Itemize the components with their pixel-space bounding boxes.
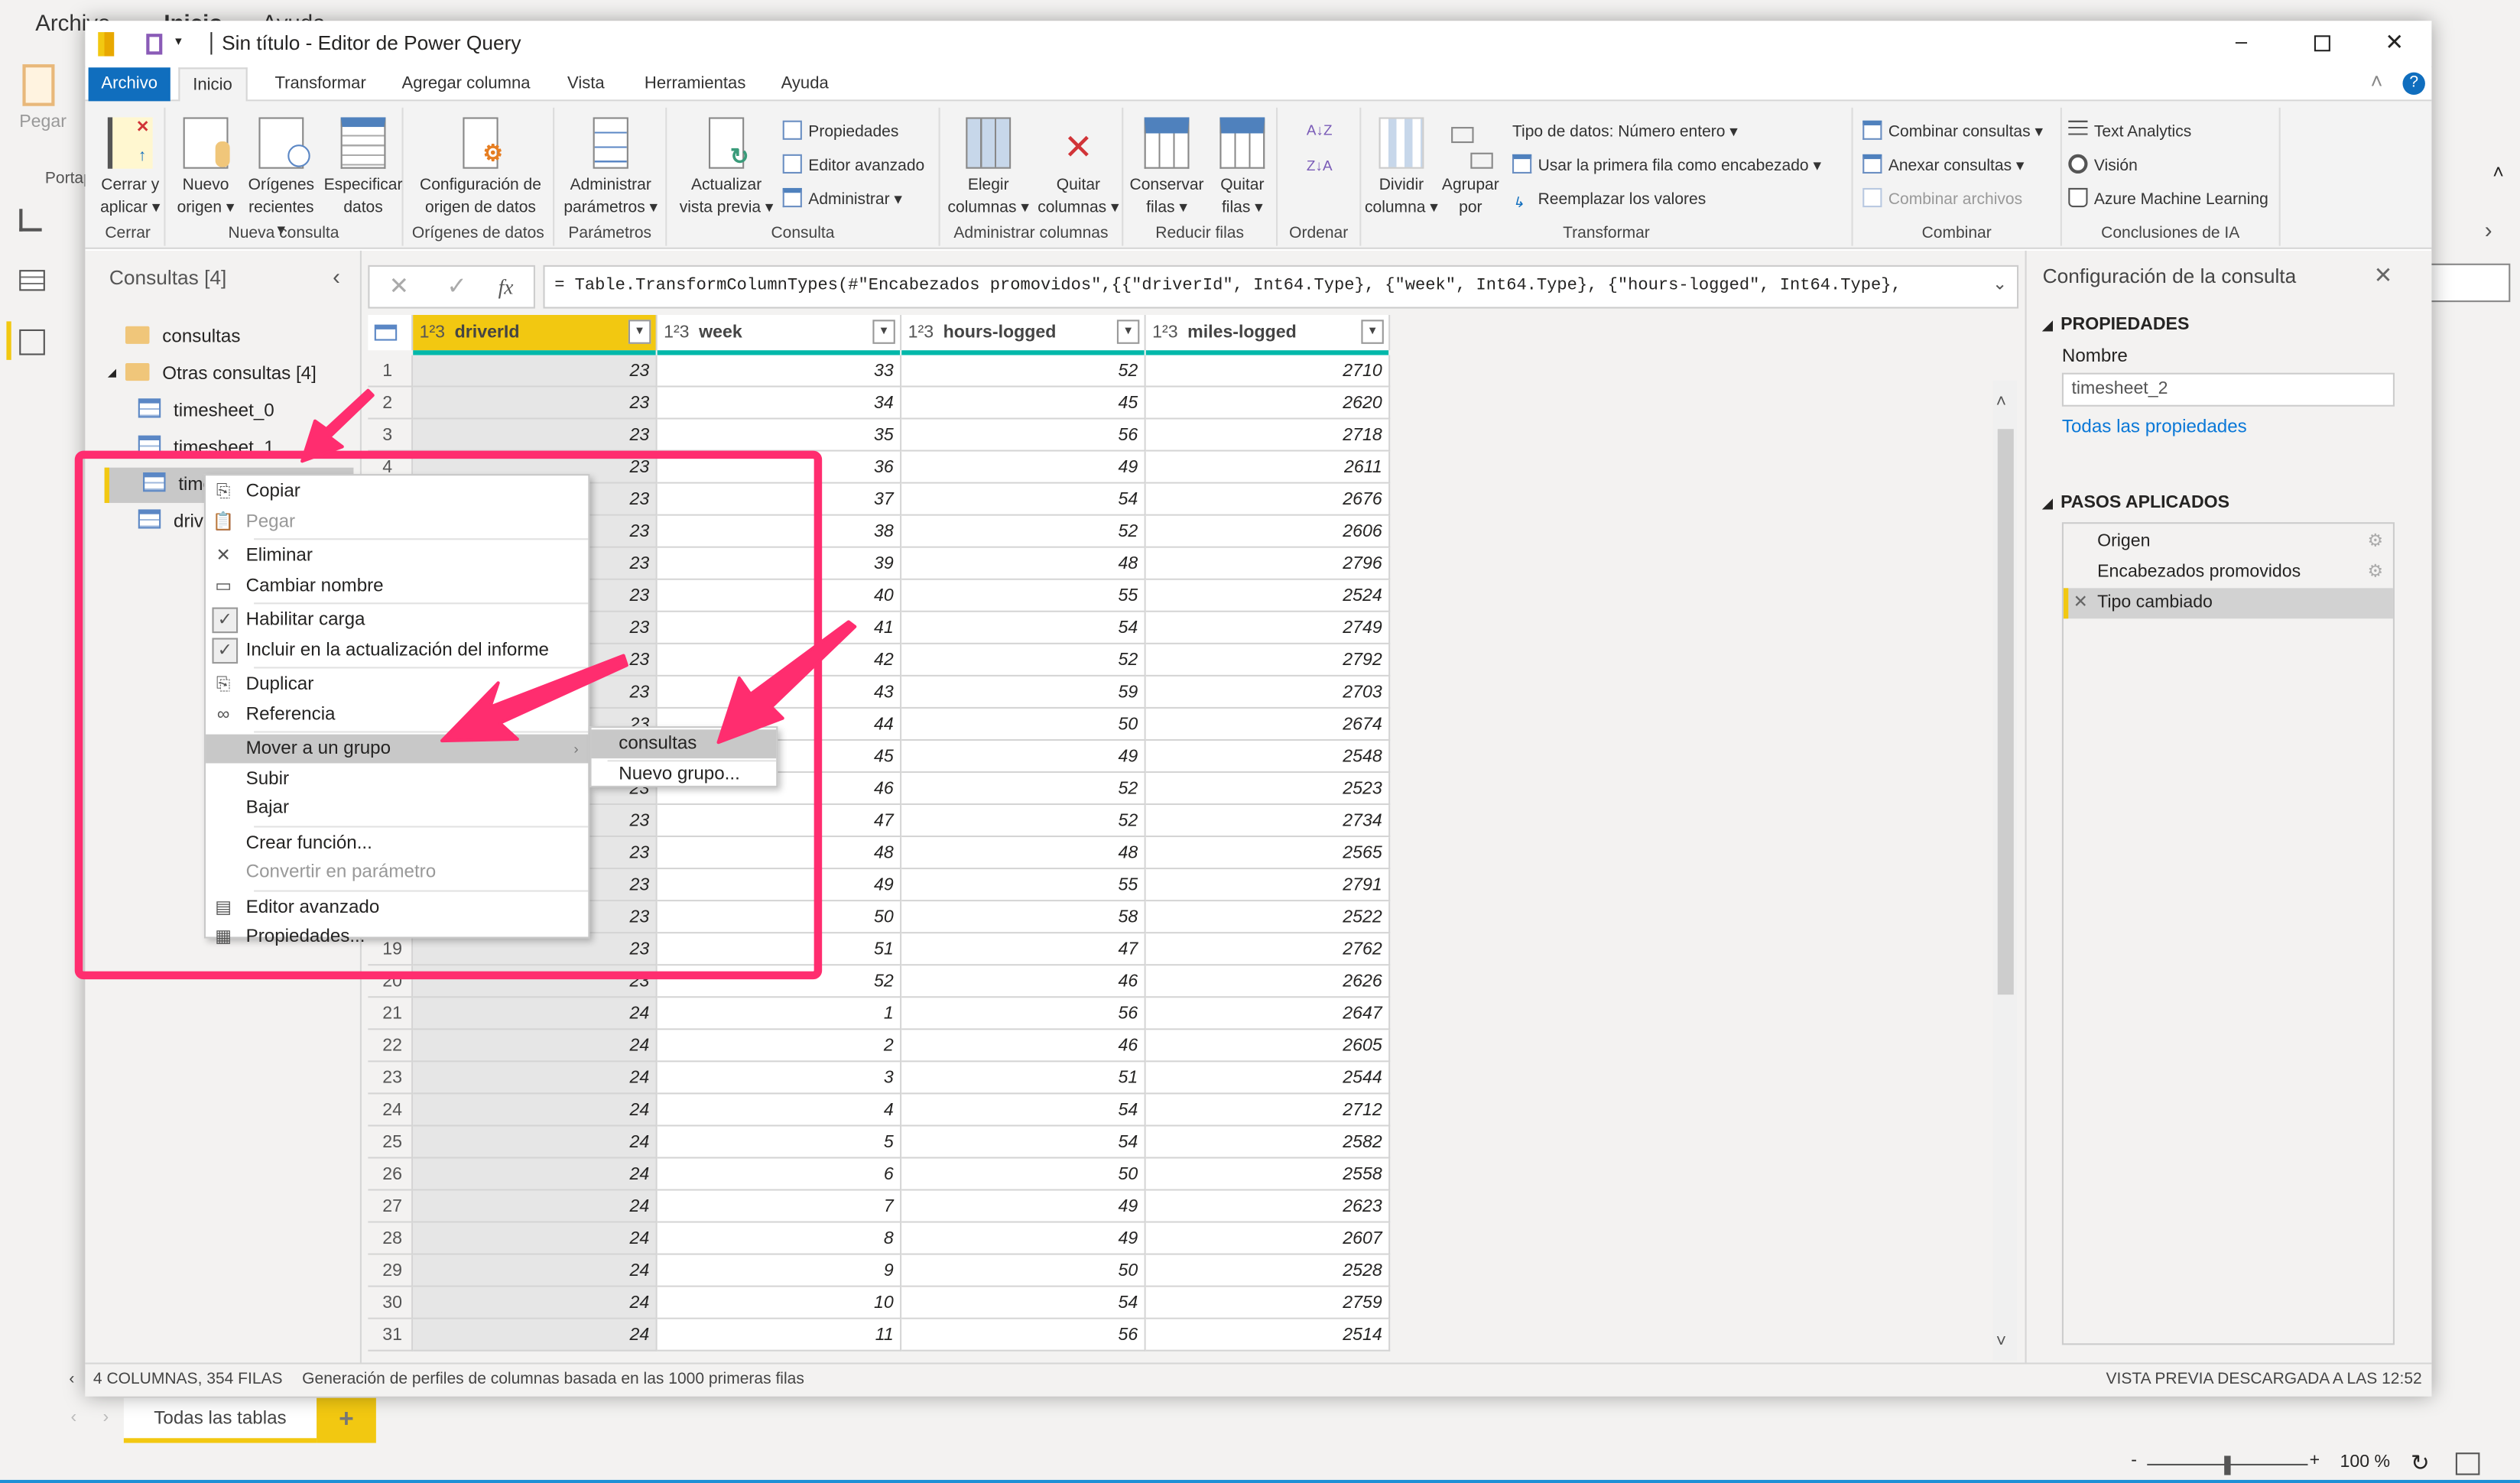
annotation-arrow-query: [300, 388, 375, 463]
screen: Archivo Inicio Ayuda Pegar Portap ˄ › ‹ …: [0, 0, 2520, 1483]
annotation-highlight-box: [74, 450, 823, 980]
annotation-arrow-menu: [440, 654, 628, 743]
annotation-arrow-submenu: [716, 620, 857, 745]
annotation-overlay: [74, 388, 857, 980]
